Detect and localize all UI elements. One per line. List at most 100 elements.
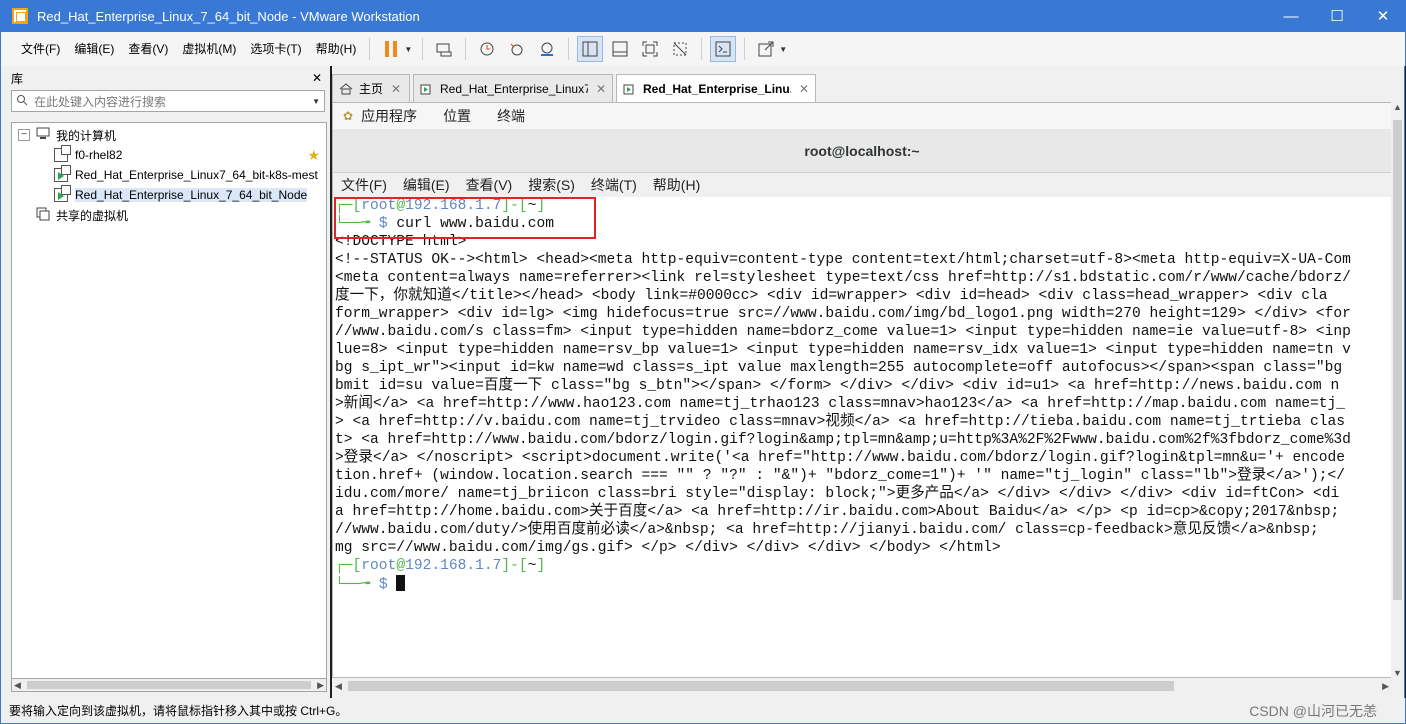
vmware-app-icon bbox=[12, 8, 28, 24]
stretch-guest-icon[interactable] bbox=[753, 36, 779, 62]
search-placeholder: 在此处键入内容进行搜索 bbox=[34, 94, 167, 109]
collapse-icon[interactable]: − bbox=[18, 129, 30, 141]
tab-bar: 主页 ✕ Red_Hat_Enterprise_Linux7_... ✕ Red… bbox=[332, 74, 819, 102]
library-panel: 库 ✕ 在此处键入内容进行搜索 ▼ − 我的计算机 f0-rhel82 ★ Re… bbox=[0, 66, 330, 698]
menu-file[interactable]: 文件(F) bbox=[14, 38, 67, 60]
search-icon bbox=[16, 94, 28, 109]
terminal-menu-view[interactable]: 查看(V) bbox=[466, 175, 513, 195]
tree-my-computer[interactable]: − 我的计算机 bbox=[12, 125, 326, 145]
watermark: CSDN @山河已无恙 bbox=[1249, 703, 1377, 719]
toolbar-separator bbox=[422, 38, 424, 60]
terminal-menu-terminal[interactable]: 终端(T) bbox=[591, 175, 637, 195]
tab-close-icon[interactable]: ✕ bbox=[391, 82, 401, 96]
pause-icon[interactable] bbox=[378, 36, 404, 62]
send-ctrl-alt-del-icon[interactable] bbox=[431, 36, 457, 62]
library-horizontal-scrollbar[interactable]: ◀ ▶ bbox=[11, 678, 327, 692]
scroll-left-icon[interactable]: ◀ bbox=[14, 680, 21, 691]
terminal-menubar: 文件(F) 编辑(E) 查看(V) 搜索(S) 终端(T) 帮助(H) bbox=[333, 173, 1391, 197]
library-tree: − 我的计算机 f0-rhel82 ★ Red_Hat_Enterprise_L… bbox=[11, 122, 327, 690]
terminal-menu-file[interactable]: 文件(F) bbox=[341, 175, 387, 195]
terminal-menu-edit[interactable]: 编辑(E) bbox=[403, 175, 450, 195]
console-view-icon[interactable] bbox=[710, 36, 737, 62]
prompt-user: root bbox=[361, 558, 397, 574]
maximize-button[interactable]: ☐ bbox=[1314, 0, 1360, 32]
vm-icon bbox=[54, 145, 71, 162]
snapshot-icon[interactable] bbox=[474, 36, 500, 62]
output-line: <!--STATUS OK--><html> <head><meta http-… bbox=[335, 252, 1351, 268]
running-vm-icon bbox=[54, 185, 71, 202]
output-line: >新闻</a> <a href=http://www.hao123.com na… bbox=[335, 396, 1346, 412]
title-bar: Red_Hat_Enterprise_Linux_7_64_bit_Node -… bbox=[0, 0, 1406, 32]
minimize-button[interactable]: — bbox=[1268, 0, 1314, 32]
library-title: 库 bbox=[11, 71, 24, 86]
tab-label: 主页 bbox=[359, 82, 384, 96]
output-line: //www.baidu.com/duty/>使用百度前必读</a>&nbsp; … bbox=[335, 522, 1319, 538]
scroll-thumb[interactable] bbox=[348, 681, 1174, 691]
terminal-body[interactable]: ┌─[root@192.168.1.7]-[~] └──╼ $ curl www… bbox=[333, 197, 1391, 677]
pause-dropdown-icon[interactable]: ▼ bbox=[404, 45, 412, 54]
tree-vm-f0-rhel82[interactable]: f0-rhel82 ★ bbox=[12, 145, 326, 165]
close-window-button[interactable]: ✕ bbox=[1360, 0, 1406, 32]
tab-label: Red_Hat_Enterprise_Linu... bbox=[643, 81, 791, 96]
scroll-down-icon[interactable]: ▼ bbox=[1391, 668, 1404, 678]
tab-node[interactable]: Red_Hat_Enterprise_Linu... ✕ bbox=[616, 74, 816, 102]
computer-icon bbox=[36, 127, 50, 143]
thumbnail-bar-icon[interactable] bbox=[607, 36, 633, 62]
snapshot-manager-icon[interactable] bbox=[534, 36, 560, 62]
tab-close-icon[interactable]: ✕ bbox=[799, 82, 809, 96]
revert-snapshot-icon[interactable] bbox=[504, 36, 530, 62]
show-library-icon[interactable] bbox=[577, 36, 604, 62]
scroll-up-icon[interactable]: ▲ bbox=[1391, 102, 1404, 112]
stretch-dropdown-icon[interactable]: ▼ bbox=[779, 45, 787, 54]
tab-label: Red_Hat_Enterprise_Linux7_... bbox=[440, 81, 588, 96]
star-icon: ★ bbox=[307, 146, 320, 163]
window-title: Red_Hat_Enterprise_Linux_7_64_bit_Node -… bbox=[37, 8, 420, 24]
toolbar-separator bbox=[744, 38, 746, 60]
gnome-terminal-menu[interactable]: 终端 bbox=[497, 106, 525, 126]
vm-tab-icon bbox=[420, 83, 434, 95]
output-line: mg src=//www.baidu.com/img/gs.gif> </p> … bbox=[335, 540, 1001, 556]
terminal-cursor bbox=[396, 575, 406, 591]
terminal-menu-search[interactable]: 搜索(S) bbox=[528, 175, 575, 195]
gnome-places-menu[interactable]: 位置 bbox=[443, 106, 471, 126]
unity-icon[interactable] bbox=[667, 36, 693, 62]
menu-toolbar: 文件(F) 编辑(E) 查看(V) 虚拟机(M) 选项卡(T) 帮助(H) ▼ … bbox=[0, 32, 1406, 66]
prompt-at: @ bbox=[396, 558, 406, 574]
full-screen-icon[interactable] bbox=[637, 36, 663, 62]
menu-help[interactable]: 帮助(H) bbox=[309, 38, 364, 60]
scroll-right-icon[interactable]: ▶ bbox=[317, 680, 324, 691]
home-icon bbox=[339, 82, 353, 95]
tree-vm-k8s-master[interactable]: Red_Hat_Enterprise_Linux7_64_bit-k8s-mes… bbox=[12, 165, 326, 185]
horizontal-scrollbar[interactable]: ◀ ▶ bbox=[332, 678, 1392, 694]
guest-screen[interactable]: ✿ 应用程序 位置 终端 root@localhost:~ 文件(F) 编辑(E… bbox=[332, 102, 1392, 678]
scroll-right-icon[interactable]: ▶ bbox=[1382, 681, 1389, 692]
shared-vms-icon bbox=[36, 207, 50, 224]
output-line: idu.com/more/ name=tj_briicon class=bri … bbox=[335, 486, 1340, 502]
running-vm-icon bbox=[54, 165, 71, 182]
scroll-thumb[interactable] bbox=[1393, 120, 1402, 600]
scroll-thumb[interactable] bbox=[26, 681, 312, 689]
terminal-menu-help[interactable]: 帮助(H) bbox=[653, 175, 700, 195]
tab-close-icon[interactable]: ✕ bbox=[596, 82, 606, 96]
vertical-scrollbar[interactable]: ▲ ▼ bbox=[1391, 102, 1404, 678]
menu-edit[interactable]: 编辑(E) bbox=[67, 38, 121, 60]
search-dropdown-icon[interactable]: ▼ bbox=[312, 97, 320, 106]
menu-view[interactable]: 查看(V) bbox=[121, 38, 175, 60]
tree-vm-node[interactable]: Red_Hat_Enterprise_Linux_7_64_bit_Node bbox=[12, 185, 326, 205]
tree-shared-vms[interactable]: 共享的虚拟机 bbox=[12, 205, 326, 225]
output-line: form_wrapper> <div id=lg> <img hidefocus… bbox=[335, 306, 1351, 322]
menu-tabs[interactable]: 选项卡(T) bbox=[243, 38, 308, 60]
scroll-left-icon[interactable]: ◀ bbox=[335, 681, 342, 692]
toolbar-separator bbox=[369, 38, 371, 60]
gnome-applications-menu[interactable]: 应用程序 bbox=[361, 106, 417, 126]
library-search-input[interactable]: 在此处键入内容进行搜索 ▼ bbox=[11, 90, 325, 112]
tab-k8s-master[interactable]: Red_Hat_Enterprise_Linux7_... ✕ bbox=[413, 74, 613, 102]
output-line: //www.baidu.com/s class=fm> <input type=… bbox=[335, 324, 1351, 340]
output-line: a href=http://home.baidu.com>关于百度</a> <a… bbox=[335, 504, 1340, 520]
output-line: bg s_ipt_wr"><input id=kw name=wd class=… bbox=[335, 360, 1343, 376]
tree-label: 共享的虚拟机 bbox=[56, 208, 129, 223]
library-close-icon[interactable]: ✕ bbox=[312, 71, 322, 85]
menu-vm[interactable]: 虚拟机(M) bbox=[175, 38, 243, 60]
output-line: tion.href+ (window.location.search === "… bbox=[335, 468, 1346, 484]
tab-home[interactable]: 主页 ✕ bbox=[332, 74, 410, 102]
